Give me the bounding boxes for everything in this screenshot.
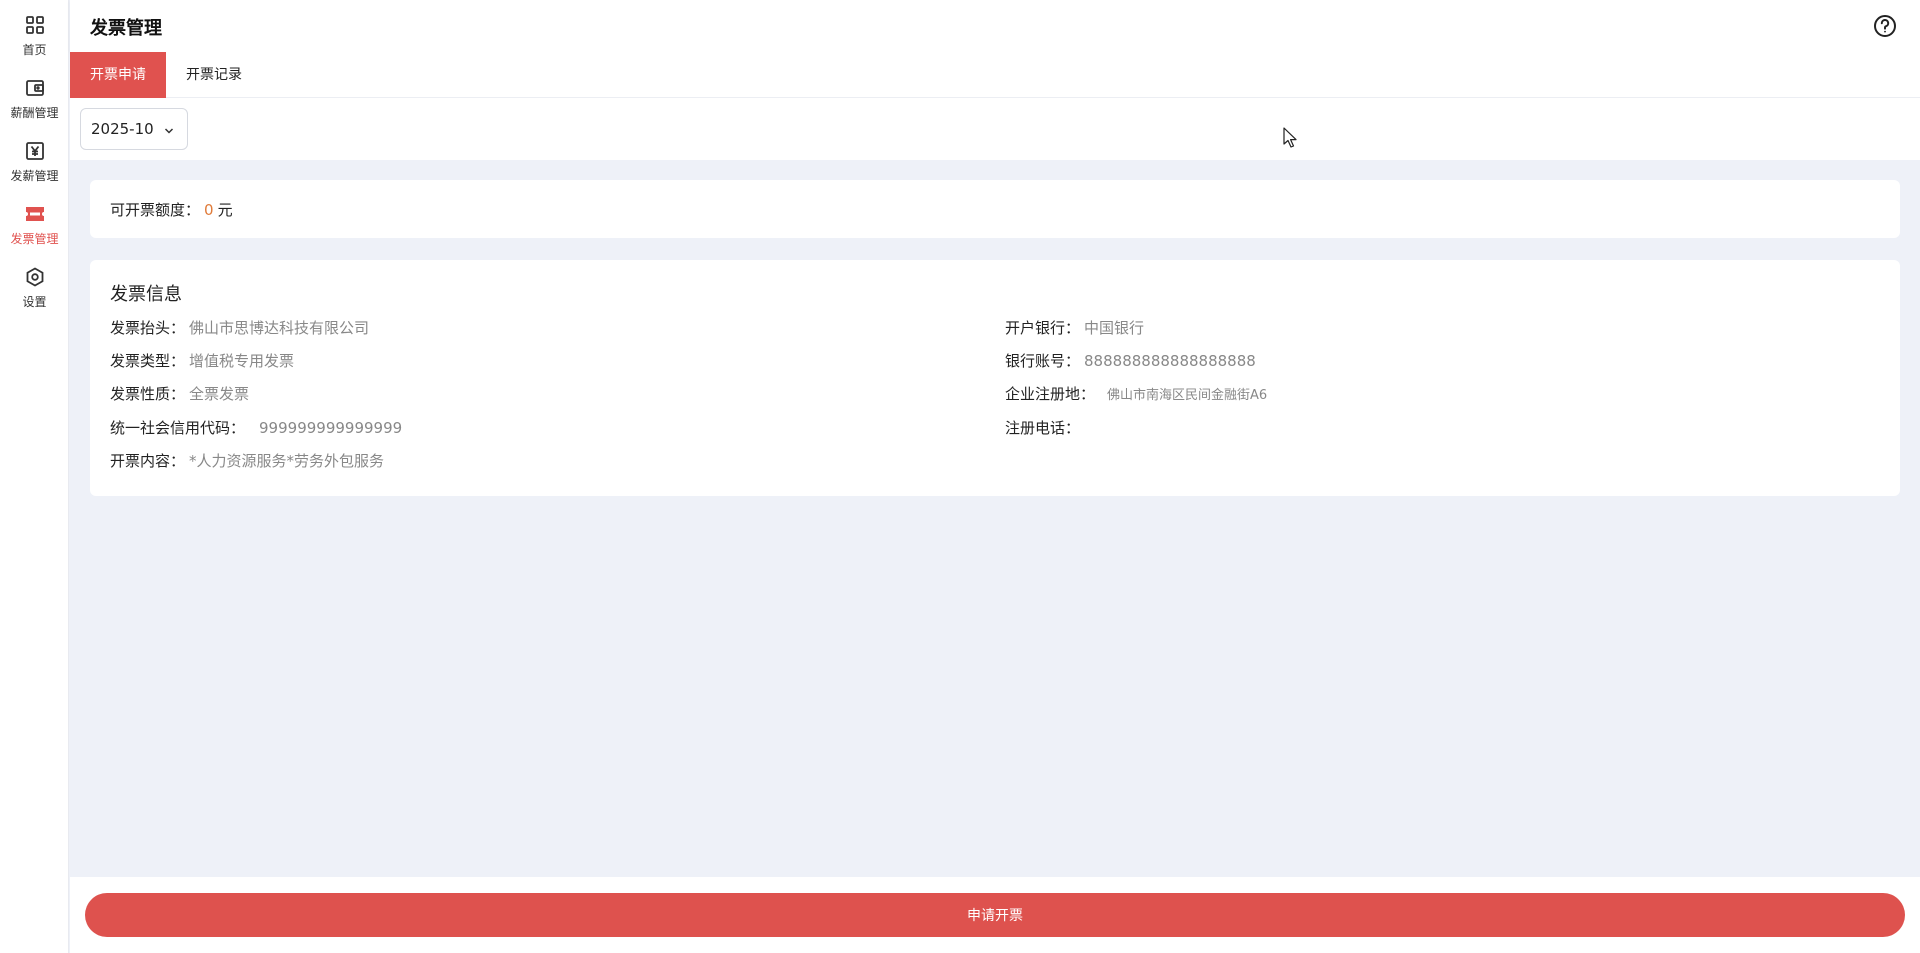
field-value: *人力资源服务*劳务外包服务 <box>189 452 385 470</box>
hexagon-settings-icon <box>22 264 48 290</box>
field-key: 发票类型： <box>110 352 186 370</box>
app-root: 首页 薪酬管理 发薪管理 发票管理 设置 发票管理 开票申请 开票记录 2025… <box>0 0 1920 953</box>
invoice-info-title: 发票信息 <box>110 284 182 305</box>
field-value: 增值税专用发票 <box>189 352 295 370</box>
sidebar: 首页 薪酬管理 发薪管理 发票管理 设置 <box>0 0 69 953</box>
filter-bar: 2025-10 <box>70 98 1920 160</box>
bottom-action-bar: 申请开票 <box>70 877 1920 953</box>
quota-unit: 元 <box>217 201 233 219</box>
quota-line: 可开票额度： 0 元 <box>110 199 233 220</box>
tab-invoice-records[interactable]: 开票记录 <box>166 52 262 98</box>
sidebar-item-label: 发薪管理 <box>10 169 59 183</box>
quota-value: 0 <box>204 201 214 219</box>
field-invoice-header: 发票抬头： 佛山市思博达科技有限公司 <box>110 317 369 338</box>
field-invoice-type: 发票类型： 增值税专用发票 <box>110 350 294 371</box>
field-invoice-content: 开票内容： *人力资源服务*劳务外包服务 <box>110 450 384 471</box>
field-bank-account: 银行账号： 888888888888888888 <box>1005 350 1256 371</box>
page-header: 发票管理 <box>70 0 1920 52</box>
field-value: 888888888888888888 <box>1084 352 1256 370</box>
field-key: 开户银行： <box>1005 319 1081 337</box>
yen-icon <box>22 138 48 164</box>
sidebar-item-home[interactable]: 首页 <box>0 4 69 62</box>
field-value: 佛山市南海区民间金融街A6 <box>1107 388 1268 403</box>
field-registered-address: 企业注册地： 佛山市南海区民间金融街A6 <box>1005 383 1267 404</box>
field-value: 999999999999999 <box>259 419 403 437</box>
sidebar-item-payroll[interactable]: 发薪管理 <box>0 130 69 188</box>
quota-card: 可开票额度： 0 元 <box>90 180 1900 238</box>
month-select-value: 2025-10 <box>91 120 154 138</box>
question-circle-icon[interactable] <box>1872 13 1898 39</box>
field-key: 统一社会信用代码： <box>110 419 246 437</box>
sidebar-item-label: 发票管理 <box>10 232 59 246</box>
month-select[interactable]: 2025-10 <box>80 108 188 150</box>
tab-bar: 开票申请 开票记录 <box>70 52 1920 98</box>
field-value: 中国银行 <box>1084 319 1145 337</box>
tab-invoice-apply[interactable]: 开票申请 <box>70 52 166 98</box>
field-credit-code: 统一社会信用代码： 999999999999999 <box>110 417 402 438</box>
field-bank: 开户银行： 中国银行 <box>1005 317 1144 338</box>
sidebar-item-label: 首页 <box>22 43 47 57</box>
field-value: 佛山市思博达科技有限公司 <box>189 319 370 337</box>
quota-label: 可开票额度： <box>110 201 201 219</box>
apply-invoice-button[interactable]: 申请开票 <box>85 893 1905 937</box>
chevron-down-icon <box>163 122 175 134</box>
sidebar-item-label: 薪酬管理 <box>10 106 59 120</box>
field-registered-phone: 注册电话： <box>1005 417 1084 438</box>
sidebar-item-label: 设置 <box>22 295 47 309</box>
ticket-icon <box>22 201 48 227</box>
field-key: 发票抬头： <box>110 319 186 337</box>
page-title: 发票管理 <box>90 18 162 39</box>
field-key: 注册电话： <box>1005 419 1081 437</box>
mouse-cursor-icon <box>1283 127 1299 149</box>
field-key: 银行账号： <box>1005 352 1081 370</box>
sidebar-item-salary[interactable]: 薪酬管理 <box>0 67 69 125</box>
invoice-info-card: 发票信息 发票抬头： 佛山市思博达科技有限公司 发票类型： 增值税专用发票 发票性质… <box>90 260 1900 496</box>
field-invoice-nature: 发票性质： 全票发票 <box>110 383 249 404</box>
field-value: 全票发票 <box>189 385 250 403</box>
field-key: 发票性质： <box>110 385 186 403</box>
sidebar-item-settings[interactable]: 设置 <box>0 256 69 314</box>
field-key: 开票内容： <box>110 452 186 470</box>
wallet-icon <box>22 75 48 101</box>
sidebar-item-invoice[interactable]: 发票管理 <box>0 193 69 251</box>
grid-icon <box>22 12 48 38</box>
field-key: 企业注册地： <box>1005 385 1096 403</box>
